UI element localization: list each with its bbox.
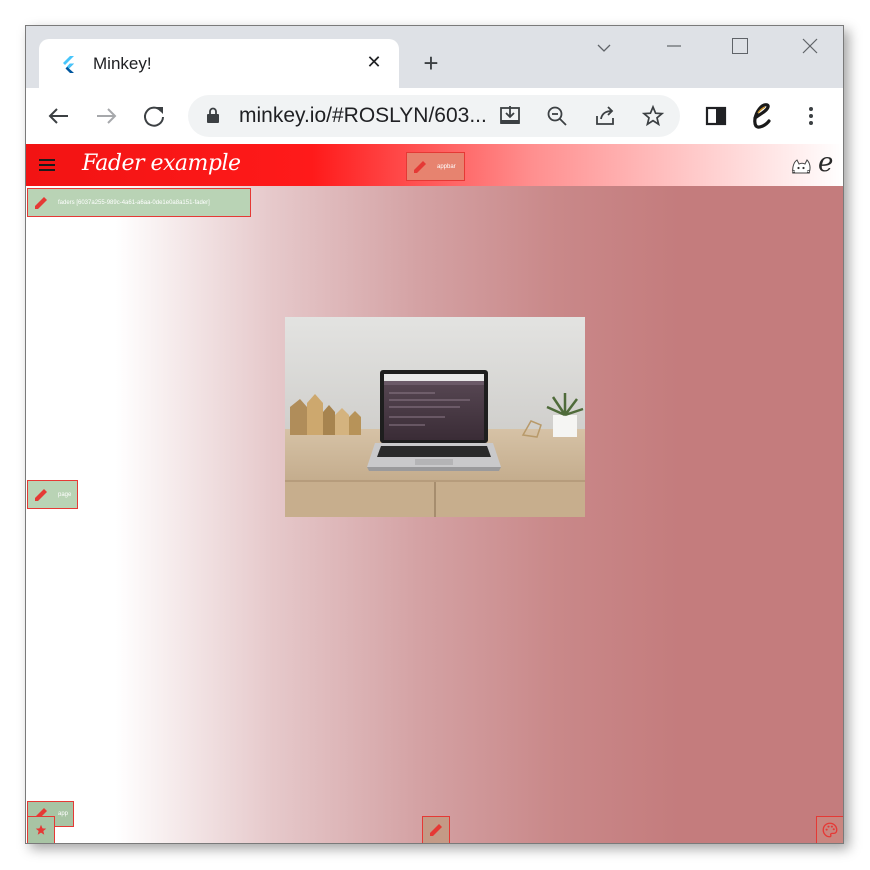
app-viewport: Fader example e appbar faders [6037a255-… bbox=[26, 144, 843, 843]
address-bar[interactable]: minkey.io/#ROSLYN/603... bbox=[188, 95, 680, 137]
app-title: Fader example bbox=[82, 151, 241, 176]
tab-title: Minkey! bbox=[93, 54, 152, 73]
tag-label: faders [6037a255-989c-4a61-a6aa-0de1e0a8… bbox=[58, 199, 210, 206]
pencil-icon bbox=[35, 488, 47, 501]
flutter-icon bbox=[63, 56, 74, 73]
install-app-icon[interactable] bbox=[498, 104, 522, 128]
reload-icon[interactable] bbox=[139, 101, 169, 131]
tag-label: appbar bbox=[437, 163, 456, 170]
tab-search-chevron-icon[interactable] bbox=[594, 38, 614, 58]
tab-strip: Minkey! ✕ + bbox=[26, 26, 843, 88]
tag-label: app bbox=[58, 811, 69, 817]
tag-label: page bbox=[58, 491, 72, 498]
back-arrow-icon[interactable] bbox=[44, 101, 74, 131]
browser-window: Minkey! ✕ + minkey.io/#ROSLYN/603... Fad… bbox=[25, 25, 844, 844]
pencil-icon bbox=[414, 160, 426, 173]
side-panel-icon[interactable] bbox=[701, 101, 731, 131]
edit-page-tag[interactable]: page bbox=[27, 480, 78, 509]
edit-fader-tag[interactable]: faders [6037a255-989c-4a61-a6aa-0de1e0a8… bbox=[27, 188, 251, 217]
pencil-icon bbox=[430, 824, 442, 836]
browser-toolbar: minkey.io/#ROSLYN/603... bbox=[26, 88, 843, 144]
cat-logo-icon[interactable] bbox=[790, 156, 812, 176]
minkey-extension-icon[interactable] bbox=[746, 101, 776, 131]
laptop-photo bbox=[285, 317, 585, 517]
more-menu-icon[interactable] bbox=[796, 101, 826, 131]
zoom-out-icon[interactable] bbox=[545, 104, 569, 128]
maximize-icon[interactable] bbox=[732, 38, 748, 54]
hamburger-menu-icon[interactable] bbox=[39, 159, 55, 171]
forward-arrow-icon[interactable] bbox=[91, 101, 121, 131]
theme-palette-button[interactable] bbox=[816, 816, 843, 843]
new-tab-button[interactable]: + bbox=[417, 49, 445, 77]
tab-close-button[interactable]: ✕ bbox=[361, 49, 387, 75]
bookmark-star-icon[interactable] bbox=[641, 104, 665, 128]
palette-icon bbox=[822, 822, 838, 838]
edit-appbar-tag[interactable]: appbar bbox=[406, 152, 465, 181]
close-window-icon[interactable] bbox=[800, 36, 820, 56]
star-icon bbox=[35, 824, 47, 835]
laptop-on-desk-image bbox=[285, 317, 585, 517]
share-icon[interactable] bbox=[593, 104, 617, 128]
minimize-icon[interactable] bbox=[664, 36, 684, 56]
active-tab[interactable]: Minkey! ✕ bbox=[39, 39, 399, 88]
favorite-button[interactable] bbox=[27, 816, 55, 843]
edit-bottom-button[interactable] bbox=[422, 816, 450, 843]
lock-icon[interactable] bbox=[206, 107, 220, 123]
pencil-icon bbox=[35, 196, 47, 209]
minkey-logo[interactable]: e bbox=[818, 148, 833, 178]
url-text[interactable]: minkey.io/#ROSLYN/603... bbox=[239, 104, 487, 128]
